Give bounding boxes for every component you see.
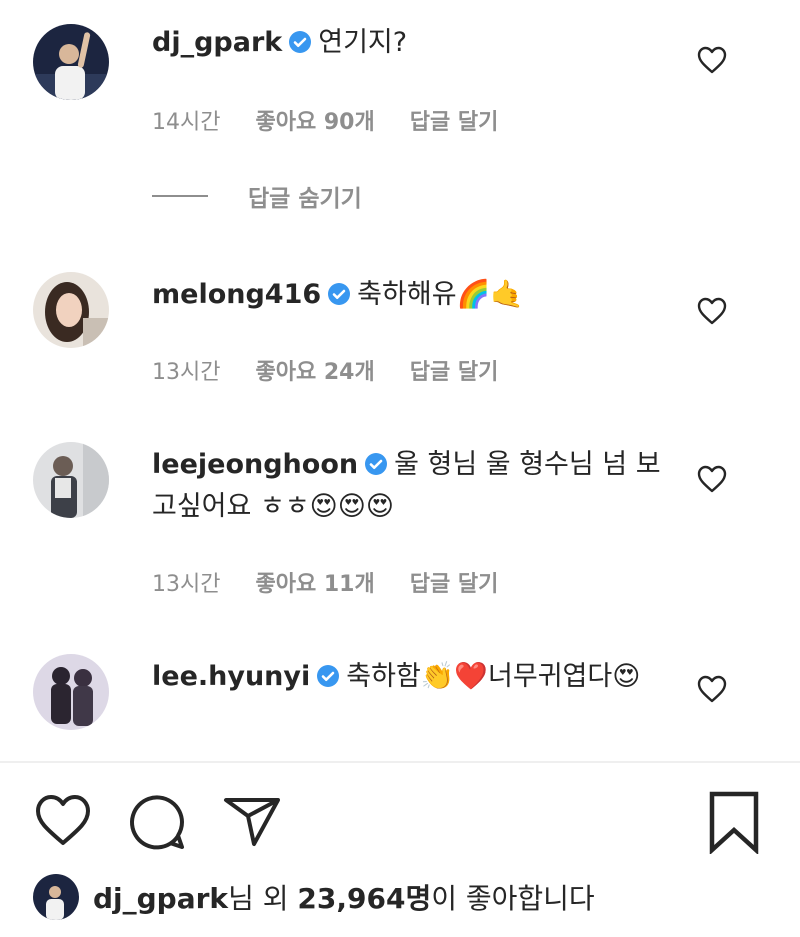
comment-username[interactable]: dj_gpark (152, 27, 282, 58)
likes-summary[interactable]: dj_gpark님 외 23,964명이 좋아합니다 (33, 872, 595, 922)
likes-text: dj_gpark님 외 23,964명이 좋아합니다 (93, 877, 595, 917)
likes-suffix: 이 좋아합니다 (431, 882, 595, 915)
avatar[interactable] (33, 272, 109, 348)
comment-likes[interactable]: 좋아요 90개 (255, 110, 374, 135)
verified-badge-icon (364, 452, 388, 476)
comment-username[interactable]: leejeonghoon (152, 449, 358, 480)
comment-time[interactable]: 14시간 (152, 110, 220, 135)
verified-badge-icon (327, 282, 351, 306)
likes-username[interactable]: dj_gpark (93, 882, 228, 915)
heart-icon[interactable] (696, 296, 728, 326)
comment-icon[interactable] (126, 792, 188, 850)
comment-text: 축하해유🌈🤙 (357, 279, 524, 310)
comment-likes[interactable]: 좋아요 24개 (255, 360, 374, 385)
heart-icon[interactable] (696, 674, 728, 704)
comment-text: 축하함👏❤️너무귀엽다😍 (346, 661, 641, 692)
bookmark-icon[interactable] (706, 790, 762, 854)
hide-replies-label: 답글 숨기기 (248, 186, 362, 212)
avatar[interactable] (33, 24, 109, 100)
likes-suffix: 님 외 (228, 882, 298, 915)
comment-likes[interactable]: 좋아요 11개 (255, 572, 374, 597)
reply-button[interactable]: 답글 달기 (410, 360, 499, 385)
avatar[interactable] (33, 874, 79, 920)
reply-button[interactable]: 답글 달기 (410, 572, 499, 597)
divider-line (152, 195, 208, 197)
avatar[interactable] (33, 442, 109, 518)
likes-count[interactable]: 23,964명 (297, 882, 431, 915)
heart-icon[interactable] (33, 792, 93, 848)
heart-icon[interactable] (696, 45, 728, 75)
hide-replies-button[interactable]: 답글 숨기기 (152, 176, 362, 216)
comment-text: 연기지? (318, 27, 408, 58)
comment-time[interactable]: 13시간 (152, 360, 220, 385)
share-icon[interactable] (222, 794, 282, 848)
verified-badge-icon (288, 30, 312, 54)
section-divider (0, 761, 800, 763)
comment-username[interactable]: melong416 (152, 279, 321, 310)
comment-username[interactable]: lee.hyunyi (152, 661, 310, 692)
comment-time[interactable]: 13시간 (152, 572, 220, 597)
reply-button[interactable]: 답글 달기 (410, 110, 499, 135)
heart-icon[interactable] (696, 464, 728, 494)
avatar[interactable] (33, 654, 109, 730)
verified-badge-icon (316, 664, 340, 688)
comments-panel: dj_gpark 연기지? 14시간 좋아요 90개 답글 달기 답글 숨기기 m… (0, 0, 800, 937)
